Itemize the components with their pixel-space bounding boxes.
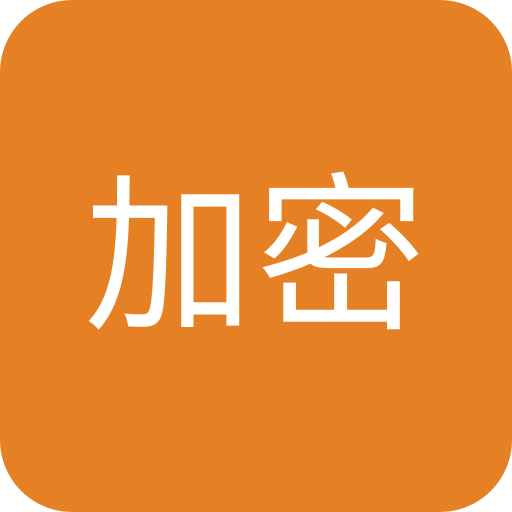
encrypt-app-icon[interactable]: 加密 [0, 0, 512, 512]
icon-label: 加密 [83, 159, 428, 357]
